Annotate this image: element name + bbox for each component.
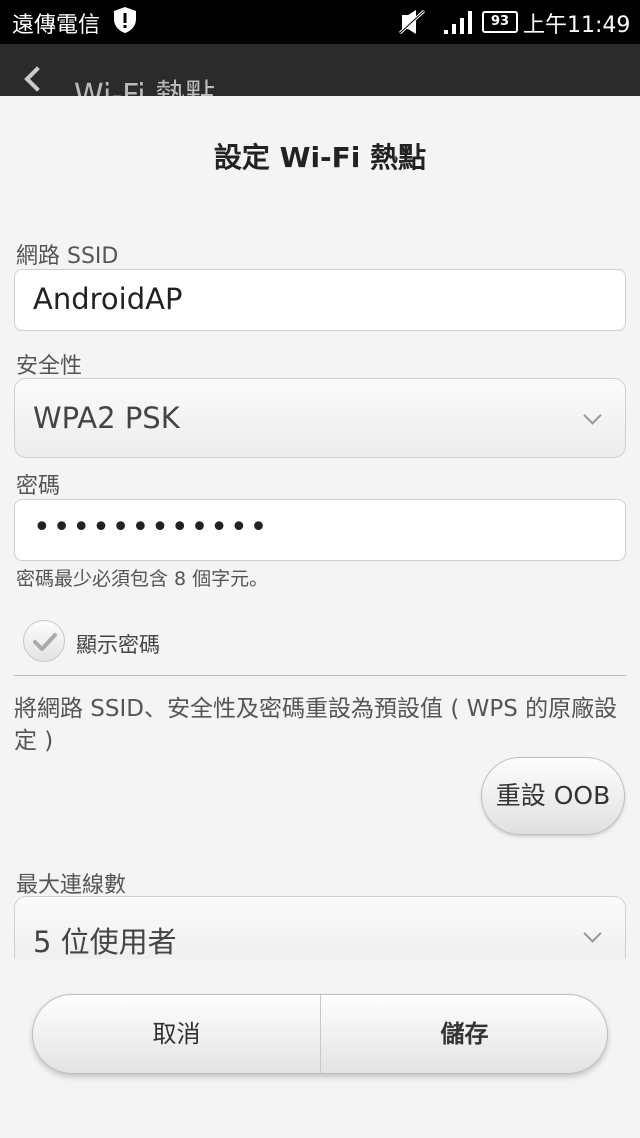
security-value: WPA2 PSK (33, 401, 180, 435)
ssid-value: AndroidAP (33, 282, 183, 316)
security-label: 安全性 (16, 354, 83, 379)
battery-icon: 93 (482, 11, 518, 33)
max-connections-label: 最大連線數 (16, 873, 127, 898)
password-value: •••••••••••• (33, 510, 270, 545)
ssid-input[interactable]: AndroidAP (14, 269, 626, 331)
chevron-down-icon (583, 924, 602, 943)
cancel-button[interactable]: 取消 (33, 995, 320, 1073)
back-arrow-icon[interactable] (24, 66, 50, 92)
reset-oob-button[interactable]: 重設 OOB (481, 757, 625, 835)
security-select[interactable]: WPA2 PSK (14, 378, 626, 458)
max-connections-value: 5 位使用者 (33, 925, 177, 959)
checkmark-icon (33, 633, 57, 651)
save-button[interactable]: 儲存 (321, 995, 607, 1073)
divider (14, 675, 626, 676)
app-bar: Wi-Fi 熱點 (0, 44, 640, 96)
status-bar: 遠傳電信 93 上午11:49 (0, 0, 640, 44)
signal-icon (444, 11, 472, 34)
password-input[interactable]: •••••••••••• (14, 499, 626, 561)
dialog-buttons: 取消 儲存 (32, 994, 608, 1074)
mute-icon (398, 9, 426, 35)
carrier-name: 遠傳電信 (12, 13, 101, 38)
show-password-label: 顯示密碼 (76, 633, 160, 657)
password-label: 密碼 (16, 474, 61, 499)
app-bar-title: Wi-Fi 熱點 (74, 78, 216, 96)
reset-description: 將網路 SSID、安全性及密碼重設為預設值 ( WPS 的原廠設定 ) (14, 696, 618, 754)
chevron-down-icon (583, 406, 602, 425)
clock: 上午11:49 (523, 13, 631, 38)
hotspot-config-dialog: 設定 Wi-Fi 熱點 網路 SSID AndroidAP 安全性 WPA2 P… (0, 96, 640, 1138)
shield-alert-icon (114, 7, 136, 33)
password-hint: 密碼最少必須包含 8 個字元。 (16, 568, 269, 590)
dialog-title: 設定 Wi-Fi 熱點 (213, 141, 427, 174)
show-password-checkbox[interactable] (23, 620, 65, 662)
ssid-label: 網路 SSID (16, 244, 119, 269)
